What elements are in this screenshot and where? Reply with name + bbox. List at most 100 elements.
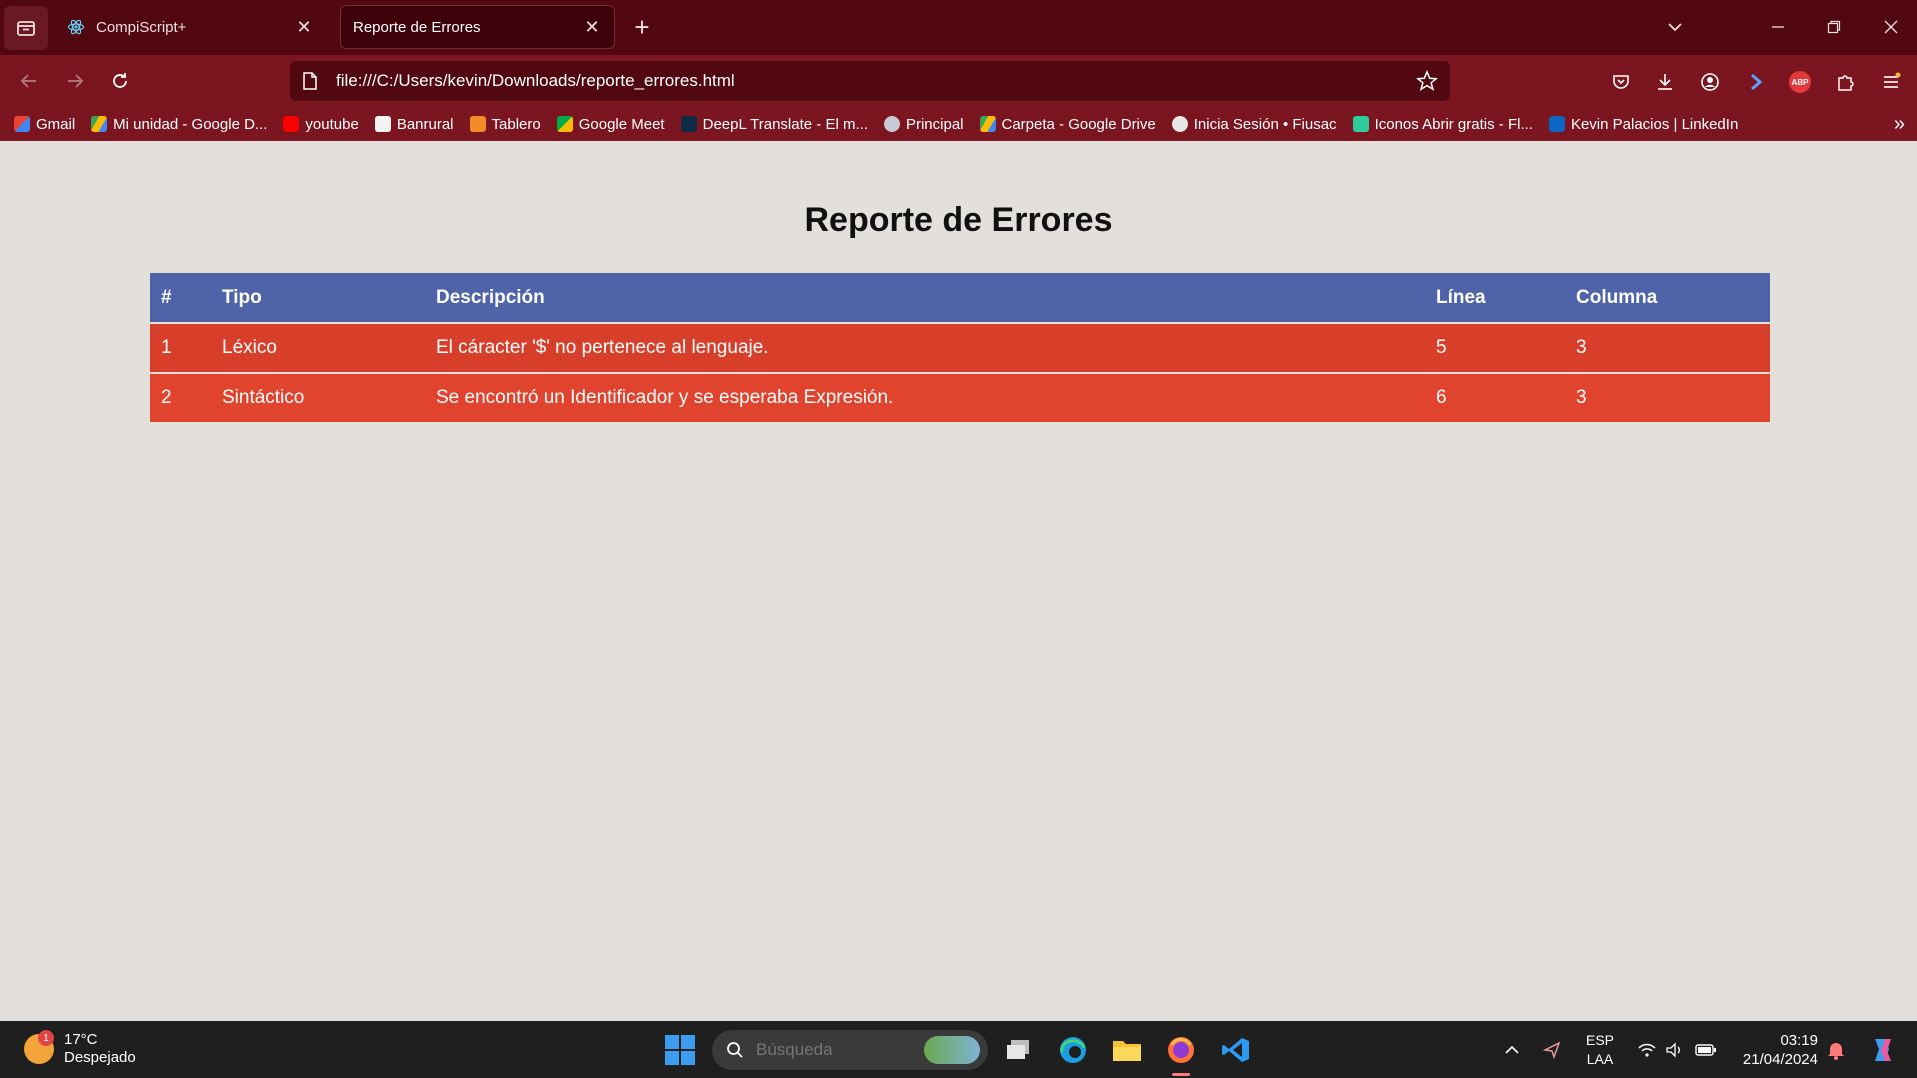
star-icon[interactable] — [1416, 70, 1438, 92]
google-drive-icon — [91, 116, 108, 132]
bookmark-deepl[interactable]: DeepL Translate - El m... — [680, 115, 868, 133]
minimize-button[interactable] — [1760, 10, 1796, 44]
bookmark-gmail[interactable]: Gmail — [14, 116, 75, 133]
weather-temperature: 17°C — [64, 1031, 98, 1048]
search-input[interactable] — [756, 1040, 916, 1060]
firefox-icon[interactable] — [1163, 1032, 1199, 1076]
taskbar: 1 17°C Despejado ESP LAA — [0, 1021, 1917, 1078]
taskbar-search[interactable] — [712, 1030, 988, 1070]
forward-button[interactable] — [58, 65, 92, 97]
battery-icon[interactable] — [1694, 1021, 1718, 1078]
new-tab-button[interactable]: + — [628, 14, 656, 42]
bookmark-label: Banrural — [396, 115, 454, 133]
url-input[interactable] — [336, 71, 1416, 91]
restore-button[interactable] — [1816, 10, 1852, 44]
bookmark-label: Inicia Sesión • Fiusac — [1193, 115, 1337, 133]
page-title: Reporte de Errores — [804, 201, 1113, 239]
pocket-icon[interactable] — [1606, 67, 1636, 97]
location-arrow-icon[interactable] — [1540, 1021, 1564, 1078]
cell-descripcion: Se encontró un Identificador y se espera… — [425, 373, 1425, 424]
bookmark-label: Gmail — [36, 115, 76, 133]
bookmark-flaticon[interactable]: Iconos Abrir gratis - Fl... — [1352, 115, 1533, 133]
language-code: ESP — [1585, 1032, 1614, 1048]
tab-title: Reporte de Errores — [353, 18, 481, 36]
bookmark-carpeta-drive[interactable]: Carpeta - Google Drive — [979, 115, 1156, 133]
column-header-columna: Columna — [1565, 273, 1770, 324]
tab-overflow-chevron-icon[interactable] — [1657, 10, 1693, 44]
arrow-left-icon — [20, 74, 36, 88]
table-row: 2 Sintáctico Se encontró un Identificado… — [150, 373, 1770, 424]
bookmarks-overflow-chevron-icon[interactable]: » — [1894, 113, 1905, 136]
bookmark-mi-unidad[interactable]: Mi unidad - Google D... — [91, 116, 267, 133]
account-icon[interactable] — [1695, 67, 1725, 97]
bookmark-fiusac[interactable]: Inicia Sesión • Fiusac — [1171, 115, 1337, 133]
cell-number: 2 — [150, 373, 211, 424]
close-window-button[interactable] — [1873, 10, 1909, 44]
clock-time: 03:19 — [1780, 1032, 1818, 1049]
bookmark-label: Kevin Palacios | LinkedIn — [1570, 115, 1739, 133]
extensions-puzzle-icon[interactable] — [1830, 67, 1860, 97]
windows-start-icon[interactable] — [665, 1035, 695, 1065]
back-button[interactable] — [12, 65, 46, 97]
close-tab-icon[interactable]: ✕ — [582, 17, 602, 37]
google-drive-icon — [979, 116, 996, 132]
bookmark-google-meet[interactable]: Google Meet — [556, 115, 665, 133]
adblock-plus-icon[interactable]: ABP — [1785, 67, 1815, 97]
notification-bell-icon[interactable] — [1824, 1021, 1848, 1078]
tab-list-icon — [17, 21, 35, 36]
search-icon — [727, 1042, 743, 1058]
bookmark-linkedin[interactable]: Kevin Palacios | LinkedIn — [1548, 115, 1739, 133]
bookmark-label: Carpeta - Google Drive — [1001, 115, 1156, 133]
react-icon — [66, 17, 86, 37]
fiusac-icon — [1171, 116, 1188, 132]
bookmark-label: Iconos Abrir gratis - Fl... — [1374, 115, 1533, 133]
reload-icon — [113, 73, 127, 88]
copilot-icon[interactable] — [1864, 1021, 1900, 1078]
bookmark-banrural[interactable]: Banrural — [374, 115, 454, 133]
page-content: Reporte de Errores # Tipo Descripción Lí… — [0, 141, 1917, 1021]
bookmark-label: youtube — [305, 115, 359, 133]
column-header-number: # — [150, 273, 211, 324]
flaticon-icon — [1352, 116, 1369, 132]
deepl-icon — [680, 116, 697, 132]
vscode-icon[interactable] — [1218, 1032, 1254, 1068]
input-language-indicator[interactable]: ESP LAA — [1584, 1031, 1616, 1069]
volume-icon[interactable] — [1664, 1021, 1686, 1078]
bookmark-label: Principal — [905, 115, 964, 133]
bookmark-label: Mi unidad - Google D... — [113, 115, 268, 133]
bookmark-tablero[interactable]: Tablero — [469, 115, 541, 133]
bookmark-label: Tablero — [491, 115, 541, 133]
bookmark-principal[interactable]: Principal — [883, 115, 964, 133]
bookmark-label: DeepL Translate - El m... — [702, 115, 868, 133]
clock[interactable]: 03:19 21/04/2024 — [1730, 1031, 1818, 1069]
gmail-icon — [14, 116, 30, 132]
navigation-toolbar: ABP — [0, 55, 1917, 107]
table-header-row: # Tipo Descripción Línea Columna — [150, 273, 1770, 324]
cell-linea: 5 — [1425, 323, 1565, 374]
list-all-tabs-button[interactable] — [4, 6, 48, 50]
column-header-linea: Línea — [1425, 273, 1565, 324]
edge-icon[interactable] — [1055, 1032, 1091, 1068]
tab-compiscript[interactable]: CompiScript+ ✕ — [54, 5, 326, 49]
globe-icon — [883, 116, 900, 132]
file-explorer-icon[interactable] — [1109, 1032, 1145, 1068]
extension-arrow-icon[interactable] — [1741, 67, 1771, 97]
cell-tipo: Léxico — [211, 323, 425, 374]
tab-reporte-errores[interactable]: Reporte de Errores ✕ — [340, 5, 615, 49]
weather-widget[interactable]: 1 17°C Despejado — [24, 1030, 136, 1067]
reload-button[interactable] — [103, 65, 137, 97]
bookmark-youtube[interactable]: youtube — [283, 115, 359, 133]
wifi-icon[interactable] — [1636, 1021, 1658, 1078]
search-highlight-icon — [924, 1036, 980, 1064]
task-view-icon[interactable] — [1000, 1032, 1036, 1068]
bookmark-label: Google Meet — [578, 115, 665, 133]
menu-icon[interactable] — [1876, 67, 1906, 97]
close-tab-icon[interactable]: ✕ — [294, 17, 314, 37]
cell-linea: 6 — [1425, 373, 1565, 424]
address-bar[interactable] — [290, 61, 1450, 101]
show-hidden-icons-chevron-icon[interactable] — [1500, 1021, 1524, 1078]
download-icon[interactable] — [1650, 67, 1680, 97]
cell-tipo: Sintáctico — [211, 373, 425, 424]
page-icon — [303, 72, 317, 90]
linkedin-icon — [1548, 116, 1565, 132]
